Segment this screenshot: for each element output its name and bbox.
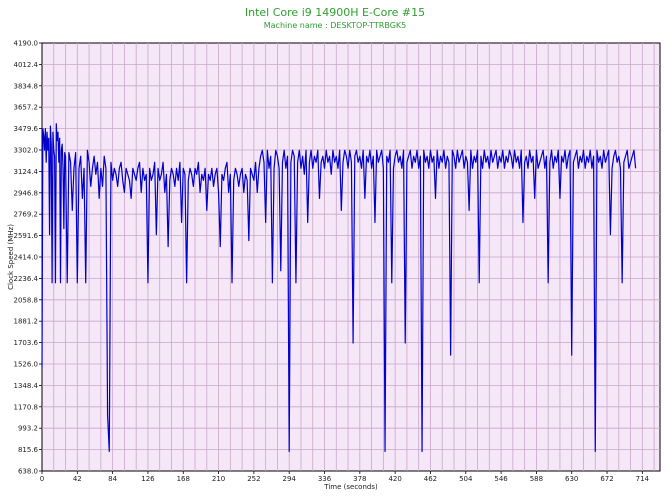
- y-tick-label: 4012.4: [14, 61, 39, 69]
- x-tick-label: 630: [565, 475, 578, 483]
- x-tick-label: 210: [212, 475, 225, 483]
- y-tick-label: 3657.2: [14, 104, 39, 112]
- y-tick-label: 2058.8: [14, 296, 39, 304]
- y-tick-label: 1881.2: [14, 318, 39, 326]
- chart-subtitle: Machine name : DESKTOP-TTRBGK5: [264, 21, 406, 30]
- y-tick-label: 2236.4: [14, 275, 39, 283]
- y-tick-label: 993.2: [18, 425, 38, 433]
- x-tick-label: 0: [40, 475, 44, 483]
- x-tick-label: 294: [283, 475, 297, 483]
- y-tick-label: 2414.0: [14, 254, 39, 262]
- y-tick-label: 1170.8: [14, 403, 39, 411]
- y-tick-label: 3124.4: [14, 168, 39, 176]
- y-tick-label: 2769.2: [14, 211, 39, 219]
- x-tick-label: 252: [247, 475, 260, 483]
- y-tick-label: 4190.0: [14, 40, 39, 48]
- chart: Intel Core i9 14900H E-Core #15 Machine …: [7, 6, 661, 491]
- y-tick-label: 1526.0: [14, 361, 39, 369]
- x-tick-label: 420: [388, 475, 401, 483]
- x-tick-label: 546: [494, 475, 508, 483]
- x-axis-label: Time (seconds): [323, 483, 378, 491]
- x-tick-label: 378: [353, 475, 366, 483]
- y-tick-label: 1348.4: [14, 382, 39, 390]
- x-tick-label: 336: [318, 475, 332, 483]
- x-axis-ticks: 0 42 84 126 168 210 252 294 336 378 420 462 504 546 58…: [40, 471, 650, 483]
- x-tick-label: 126: [141, 475, 155, 483]
- x-tick-label: 42: [73, 475, 82, 483]
- y-tick-label: 2591.6: [14, 232, 39, 240]
- chart-title: Intel Core i9 14900H E-Core #15: [245, 6, 425, 19]
- y-tick-label: 3834.8: [14, 82, 39, 90]
- x-tick-label: 462: [424, 475, 437, 483]
- x-tick-label: 672: [600, 475, 613, 483]
- x-tick-label: 84: [108, 475, 117, 483]
- x-tick-label: 504: [459, 475, 473, 483]
- x-tick-label: 168: [177, 475, 190, 483]
- y-axis-ticks: 638.0 815.6 993.2 1170.8 1348.4 1526.0 1703.6 1…: [14, 40, 42, 476]
- x-tick-label: 588: [530, 475, 543, 483]
- y-tick-label: 2946.8: [14, 189, 39, 197]
- x-tick-label: 714: [636, 475, 650, 483]
- y-tick-label: 3479.6: [14, 125, 39, 133]
- y-tick-label: 638.0: [18, 468, 38, 476]
- y-axis-label: Clock Speed (MHz): [7, 224, 15, 290]
- y-tick-label: 3302.0: [14, 147, 39, 155]
- y-tick-label: 815.6: [18, 446, 39, 454]
- grid: [42, 43, 660, 471]
- y-tick-label: 1703.6: [14, 339, 39, 347]
